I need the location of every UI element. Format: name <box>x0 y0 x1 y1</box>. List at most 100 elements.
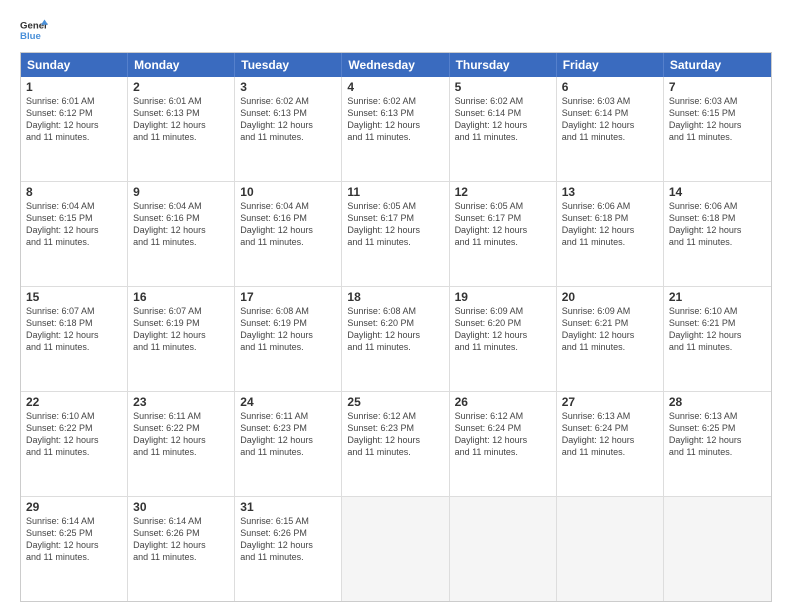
day-cell-9: 9Sunrise: 6:04 AM Sunset: 6:16 PM Daylig… <box>128 182 235 286</box>
calendar-row-4: 22Sunrise: 6:10 AM Sunset: 6:22 PM Dayli… <box>21 391 771 496</box>
calendar-row-1: 1Sunrise: 6:01 AM Sunset: 6:12 PM Daylig… <box>21 77 771 181</box>
day-cell-25: 25Sunrise: 6:12 AM Sunset: 6:23 PM Dayli… <box>342 392 449 496</box>
day-info: Sunrise: 6:05 AM Sunset: 6:17 PM Dayligh… <box>455 200 551 249</box>
day-number: 13 <box>562 185 658 199</box>
header-day-saturday: Saturday <box>664 53 771 77</box>
day-number: 24 <box>240 395 336 409</box>
day-number: 7 <box>669 80 766 94</box>
day-number: 29 <box>26 500 122 514</box>
day-cell-21: 21Sunrise: 6:10 AM Sunset: 6:21 PM Dayli… <box>664 287 771 391</box>
day-cell-2: 2Sunrise: 6:01 AM Sunset: 6:13 PM Daylig… <box>128 77 235 181</box>
calendar-row-2: 8Sunrise: 6:04 AM Sunset: 6:15 PM Daylig… <box>21 181 771 286</box>
day-info: Sunrise: 6:04 AM Sunset: 6:15 PM Dayligh… <box>26 200 122 249</box>
day-cell-24: 24Sunrise: 6:11 AM Sunset: 6:23 PM Dayli… <box>235 392 342 496</box>
day-number: 17 <box>240 290 336 304</box>
day-info: Sunrise: 6:14 AM Sunset: 6:25 PM Dayligh… <box>26 515 122 564</box>
day-number: 5 <box>455 80 551 94</box>
day-number: 18 <box>347 290 443 304</box>
day-number: 25 <box>347 395 443 409</box>
header-day-tuesday: Tuesday <box>235 53 342 77</box>
day-number: 11 <box>347 185 443 199</box>
day-number: 20 <box>562 290 658 304</box>
day-number: 9 <box>133 185 229 199</box>
day-cell-13: 13Sunrise: 6:06 AM Sunset: 6:18 PM Dayli… <box>557 182 664 286</box>
day-number: 4 <box>347 80 443 94</box>
day-cell-27: 27Sunrise: 6:13 AM Sunset: 6:24 PM Dayli… <box>557 392 664 496</box>
day-number: 21 <box>669 290 766 304</box>
header-day-wednesday: Wednesday <box>342 53 449 77</box>
day-info: Sunrise: 6:13 AM Sunset: 6:25 PM Dayligh… <box>669 410 766 459</box>
day-info: Sunrise: 6:01 AM Sunset: 6:12 PM Dayligh… <box>26 95 122 144</box>
day-info: Sunrise: 6:12 AM Sunset: 6:24 PM Dayligh… <box>455 410 551 459</box>
page: General Blue SundayMondayTuesdayWednesda… <box>0 0 792 612</box>
day-number: 1 <box>26 80 122 94</box>
day-number: 8 <box>26 185 122 199</box>
header: General Blue <box>20 16 772 44</box>
day-info: Sunrise: 6:13 AM Sunset: 6:24 PM Dayligh… <box>562 410 658 459</box>
day-info: Sunrise: 6:10 AM Sunset: 6:21 PM Dayligh… <box>669 305 766 354</box>
day-cell-11: 11Sunrise: 6:05 AM Sunset: 6:17 PM Dayli… <box>342 182 449 286</box>
day-cell-12: 12Sunrise: 6:05 AM Sunset: 6:17 PM Dayli… <box>450 182 557 286</box>
day-number: 2 <box>133 80 229 94</box>
calendar-header: SundayMondayTuesdayWednesdayThursdayFrid… <box>21 53 771 77</box>
day-info: Sunrise: 6:08 AM Sunset: 6:19 PM Dayligh… <box>240 305 336 354</box>
day-cell-5: 5Sunrise: 6:02 AM Sunset: 6:14 PM Daylig… <box>450 77 557 181</box>
day-info: Sunrise: 6:04 AM Sunset: 6:16 PM Dayligh… <box>240 200 336 249</box>
empty-cell-4-3 <box>342 497 449 601</box>
calendar: SundayMondayTuesdayWednesdayThursdayFrid… <box>20 52 772 602</box>
day-number: 27 <box>562 395 658 409</box>
day-number: 30 <box>133 500 229 514</box>
day-cell-15: 15Sunrise: 6:07 AM Sunset: 6:18 PM Dayli… <box>21 287 128 391</box>
day-number: 23 <box>133 395 229 409</box>
day-number: 26 <box>455 395 551 409</box>
day-info: Sunrise: 6:08 AM Sunset: 6:20 PM Dayligh… <box>347 305 443 354</box>
day-info: Sunrise: 6:06 AM Sunset: 6:18 PM Dayligh… <box>669 200 766 249</box>
day-info: Sunrise: 6:07 AM Sunset: 6:19 PM Dayligh… <box>133 305 229 354</box>
day-cell-20: 20Sunrise: 6:09 AM Sunset: 6:21 PM Dayli… <box>557 287 664 391</box>
day-number: 22 <box>26 395 122 409</box>
day-number: 3 <box>240 80 336 94</box>
day-cell-16: 16Sunrise: 6:07 AM Sunset: 6:19 PM Dayli… <box>128 287 235 391</box>
day-number: 19 <box>455 290 551 304</box>
calendar-row-3: 15Sunrise: 6:07 AM Sunset: 6:18 PM Dayli… <box>21 286 771 391</box>
day-cell-26: 26Sunrise: 6:12 AM Sunset: 6:24 PM Dayli… <box>450 392 557 496</box>
day-cell-23: 23Sunrise: 6:11 AM Sunset: 6:22 PM Dayli… <box>128 392 235 496</box>
header-day-thursday: Thursday <box>450 53 557 77</box>
day-info: Sunrise: 6:02 AM Sunset: 6:14 PM Dayligh… <box>455 95 551 144</box>
header-day-sunday: Sunday <box>21 53 128 77</box>
day-cell-31: 31Sunrise: 6:15 AM Sunset: 6:26 PM Dayli… <box>235 497 342 601</box>
day-cell-10: 10Sunrise: 6:04 AM Sunset: 6:16 PM Dayli… <box>235 182 342 286</box>
day-cell-22: 22Sunrise: 6:10 AM Sunset: 6:22 PM Dayli… <box>21 392 128 496</box>
day-info: Sunrise: 6:11 AM Sunset: 6:22 PM Dayligh… <box>133 410 229 459</box>
calendar-body: 1Sunrise: 6:01 AM Sunset: 6:12 PM Daylig… <box>21 77 771 601</box>
day-cell-4: 4Sunrise: 6:02 AM Sunset: 6:13 PM Daylig… <box>342 77 449 181</box>
day-info: Sunrise: 6:04 AM Sunset: 6:16 PM Dayligh… <box>133 200 229 249</box>
day-cell-28: 28Sunrise: 6:13 AM Sunset: 6:25 PM Dayli… <box>664 392 771 496</box>
calendar-row-5: 29Sunrise: 6:14 AM Sunset: 6:25 PM Dayli… <box>21 496 771 601</box>
day-info: Sunrise: 6:12 AM Sunset: 6:23 PM Dayligh… <box>347 410 443 459</box>
day-number: 14 <box>669 185 766 199</box>
day-info: Sunrise: 6:07 AM Sunset: 6:18 PM Dayligh… <box>26 305 122 354</box>
day-info: Sunrise: 6:03 AM Sunset: 6:15 PM Dayligh… <box>669 95 766 144</box>
day-cell-19: 19Sunrise: 6:09 AM Sunset: 6:20 PM Dayli… <box>450 287 557 391</box>
day-info: Sunrise: 6:03 AM Sunset: 6:14 PM Dayligh… <box>562 95 658 144</box>
logo: General Blue <box>20 16 48 44</box>
day-info: Sunrise: 6:14 AM Sunset: 6:26 PM Dayligh… <box>133 515 229 564</box>
empty-cell-4-5 <box>557 497 664 601</box>
header-day-friday: Friday <box>557 53 664 77</box>
day-cell-14: 14Sunrise: 6:06 AM Sunset: 6:18 PM Dayli… <box>664 182 771 286</box>
day-cell-30: 30Sunrise: 6:14 AM Sunset: 6:26 PM Dayli… <box>128 497 235 601</box>
day-info: Sunrise: 6:09 AM Sunset: 6:20 PM Dayligh… <box>455 305 551 354</box>
day-number: 10 <box>240 185 336 199</box>
day-number: 6 <box>562 80 658 94</box>
empty-cell-4-4 <box>450 497 557 601</box>
day-cell-17: 17Sunrise: 6:08 AM Sunset: 6:19 PM Dayli… <box>235 287 342 391</box>
day-info: Sunrise: 6:11 AM Sunset: 6:23 PM Dayligh… <box>240 410 336 459</box>
day-info: Sunrise: 6:10 AM Sunset: 6:22 PM Dayligh… <box>26 410 122 459</box>
day-cell-29: 29Sunrise: 6:14 AM Sunset: 6:25 PM Dayli… <box>21 497 128 601</box>
day-number: 16 <box>133 290 229 304</box>
day-cell-3: 3Sunrise: 6:02 AM Sunset: 6:13 PM Daylig… <box>235 77 342 181</box>
day-cell-1: 1Sunrise: 6:01 AM Sunset: 6:12 PM Daylig… <box>21 77 128 181</box>
day-info: Sunrise: 6:02 AM Sunset: 6:13 PM Dayligh… <box>347 95 443 144</box>
day-cell-18: 18Sunrise: 6:08 AM Sunset: 6:20 PM Dayli… <box>342 287 449 391</box>
